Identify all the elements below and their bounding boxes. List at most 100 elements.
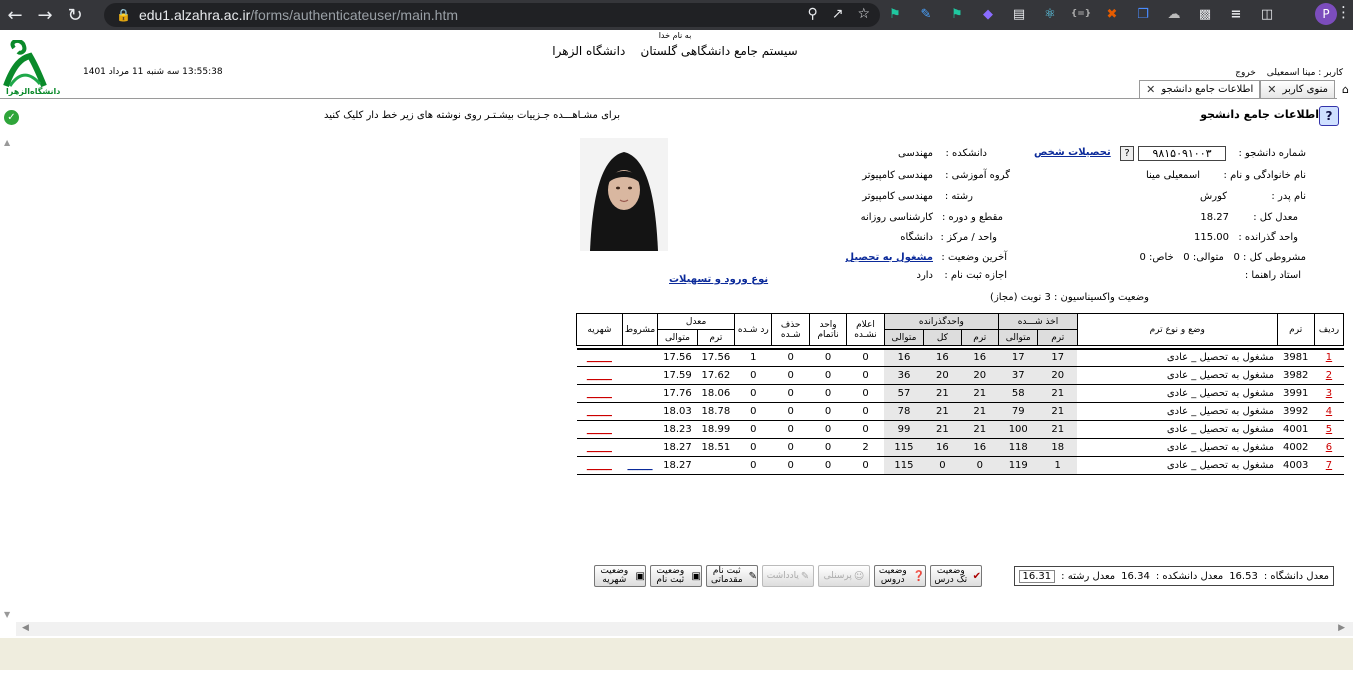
row-link[interactable]: 3 <box>1326 388 1332 399</box>
father-label: نام پدر : <box>1271 191 1306 202</box>
row-link[interactable]: 1 <box>1326 352 1332 363</box>
note-button[interactable]: ✎ یادداشت <box>762 565 814 587</box>
cell-conditional[interactable] <box>622 420 658 439</box>
table-row[interactable]: 5 4001 مشغول به تحصیل _ عادی 21 100 21 21 99 0 0 0… <box>576 420 1344 439</box>
cell-tuition[interactable]: _____ <box>576 348 623 367</box>
col-avg-term: ترم <box>696 329 736 346</box>
cell-passed-total: 0 <box>923 456 962 475</box>
cell-conditional[interactable]: _____ <box>622 456 658 475</box>
extension-wave-icon[interactable]: ⚑ <box>946 3 968 25</box>
profile-avatar[interactable]: P <box>1315 3 1337 25</box>
extension-mail-icon[interactable]: ▤ <box>1008 3 1030 25</box>
share-icon[interactable]: ↗ <box>832 6 844 22</box>
side-panel-icon[interactable]: ◫ <box>1256 3 1278 25</box>
address-bar[interactable]: 🔒 edu1.alzahra.ac.ir /forms/authenticate… <box>104 3 880 27</box>
row-link[interactable]: 7 <box>1326 460 1332 471</box>
cell-conditional[interactable] <box>622 348 658 367</box>
cell-no[interactable]: 6 <box>1314 438 1344 457</box>
cell-conditional[interactable] <box>622 402 658 421</box>
extension-tools-icon[interactable]: ✖ <box>1101 3 1123 25</box>
check-icon[interactable]: ✓ <box>4 110 19 125</box>
cell-conditional[interactable] <box>622 438 658 457</box>
vertical-scrollbar[interactable]: ▲ ▼ <box>0 132 16 652</box>
cell-announced: 0 <box>846 456 885 475</box>
reload-icon[interactable]: ↻ <box>60 3 90 27</box>
cell-avg-consec: 18.27 <box>657 438 698 457</box>
close-icon[interactable]: ✕ <box>1146 83 1155 96</box>
averages-box: معدل دانشگاه : 16.53 معدل دانشکده : 16.3… <box>1014 566 1334 586</box>
back-icon[interactable]: ← <box>0 3 30 27</box>
logout-link[interactable]: خروج <box>1235 68 1256 78</box>
table-row[interactable]: 1 3981 مشغول به تحصیل _ عادی 17 17 16 16 16 0 0 0 1… <box>576 348 1344 367</box>
personal-education-link[interactable]: تحصیلات شخص <box>1034 147 1111 158</box>
cell-no[interactable]: 3 <box>1314 384 1344 403</box>
lock-icon[interactable]: 🔒 <box>116 8 131 22</box>
extension-json-icon[interactable]: {=} <box>1070 3 1092 25</box>
row-link[interactable]: 2 <box>1326 370 1332 381</box>
extension-cloud-icon[interactable]: ☁ <box>1163 3 1185 25</box>
cell-no[interactable]: 2 <box>1314 366 1344 385</box>
prelim-reg-button[interactable]: ✎ ثبت نام مقدماتی <box>706 565 758 587</box>
student-no-field[interactable]: ۹۸۱۵۰۹۱۰۰۳ <box>1138 146 1226 161</box>
scroll-left-icon[interactable]: ◀ <box>22 623 29 633</box>
extension-flag-icon[interactable]: ⚑ <box>884 3 906 25</box>
extension-copy-icon[interactable]: ❐ <box>1132 3 1154 25</box>
reg-status-button[interactable]: ▣ وضعیت ثبت نام <box>650 565 702 587</box>
center-value: دانشگاه <box>900 232 933 243</box>
cell-tuition[interactable]: _____ <box>576 456 623 475</box>
cell-no[interactable]: 7 <box>1314 456 1344 475</box>
cell-dropped: 0 <box>771 348 810 367</box>
center-label: واحد / مرکز : <box>940 232 997 243</box>
cell-tuition[interactable]: _____ <box>576 384 623 403</box>
cell-conditional[interactable] <box>622 384 658 403</box>
table-row[interactable]: 3 3991 مشغول به تحصیل _ عادی 21 58 21 21 57 0 0 0 0… <box>576 384 1344 403</box>
cell-tuition[interactable]: _____ <box>576 366 623 385</box>
table-row[interactable]: 7 4003 مشغول به تحصیل _ عادی 1 119 0 0 115 0 0 0 0 1… <box>576 456 1344 475</box>
help-icon[interactable]: ? <box>1319 106 1339 126</box>
cell-no[interactable]: 1 <box>1314 348 1344 367</box>
horizontal-scrollbar[interactable]: ◀ ▶ <box>16 622 1353 636</box>
course-status-button[interactable]: ✔ وضعیت تک درس <box>930 565 982 587</box>
row-link[interactable]: 4 <box>1326 406 1332 417</box>
probation-info: مشروطی کل : 0 متوالی: 0 خاص: 0 <box>1139 252 1306 263</box>
courses-status-button[interactable]: ❓ وضعیت دروس <box>874 565 926 587</box>
cell-status: مشغول به تحصیل _ عادی <box>1077 402 1277 421</box>
tab-user-menu[interactable]: منوی کاربر ✕ <box>1260 80 1335 98</box>
extensions-puzzle-icon[interactable]: ▩ <box>1194 3 1216 25</box>
cell-conditional[interactable] <box>622 366 658 385</box>
bookmark-star-icon[interactable]: ☆ <box>857 6 870 22</box>
cell-no[interactable]: 4 <box>1314 402 1344 421</box>
row-link[interactable]: 6 <box>1326 442 1332 453</box>
scroll-down-icon[interactable]: ▼ <box>4 610 10 619</box>
cell-no[interactable]: 5 <box>1314 420 1344 439</box>
cell-tuition[interactable]: _____ <box>576 402 623 421</box>
table-row[interactable]: 6 4002 مشغول به تحصیل _ عادی 18 118 16 16 115 2 0… <box>576 438 1344 457</box>
forward-icon[interactable]: → <box>30 3 60 27</box>
reading-list-icon[interactable]: ≡ <box>1225 3 1247 25</box>
table-row[interactable]: 2 3982 مشغول به تحصیل _ عادی 20 37 20 20 36 0 0 0 0… <box>576 366 1344 385</box>
personnel-button[interactable]: ☺ پرسنلی <box>818 565 870 587</box>
status-link[interactable]: مشغول به تحصیل <box>845 252 933 263</box>
cell-tuition[interactable]: _____ <box>576 420 623 439</box>
tuition-status-button[interactable]: ▣ وضعیت شهریه <box>594 565 646 587</box>
extension-picker-icon[interactable]: ✎ <box>915 3 937 25</box>
scroll-right-icon[interactable]: ▶ <box>1338 623 1345 633</box>
close-icon[interactable]: ✕ <box>1267 83 1276 96</box>
tab-student-info[interactable]: اطلاعات جامع دانشجو ✕ <box>1139 80 1261 98</box>
col-taken: اخذ شـــده <box>998 313 1078 330</box>
scroll-up-icon[interactable]: ▲ <box>4 138 10 147</box>
table-row[interactable]: 4 3992 مشغول به تحصیل _ عادی 21 79 21 21 78 0 0 0 0… <box>576 402 1344 421</box>
extension-badge-icon[interactable]: ◆ <box>977 3 999 25</box>
entry-type-link[interactable]: نوع ورود و تسهیلات <box>669 274 768 285</box>
browser-menu-icon[interactable]: ⋮ <box>1336 3 1351 21</box>
cell-rejected: 0 <box>734 456 772 475</box>
home-icon[interactable]: ⌂ <box>1342 83 1349 96</box>
react-devtools-icon[interactable]: ⚛ <box>1039 3 1061 25</box>
key-icon[interactable]: ⚲ <box>807 6 817 22</box>
cell-tuition[interactable]: _____ <box>576 438 623 457</box>
col-tuition: شهریه <box>576 313 623 346</box>
row-link[interactable]: 5 <box>1326 424 1332 435</box>
lookup-button[interactable]: ? <box>1120 146 1134 161</box>
cell-term: 3992 <box>1277 402 1315 421</box>
logo-text: دانشگاه‌الزهرا <box>6 87 61 96</box>
